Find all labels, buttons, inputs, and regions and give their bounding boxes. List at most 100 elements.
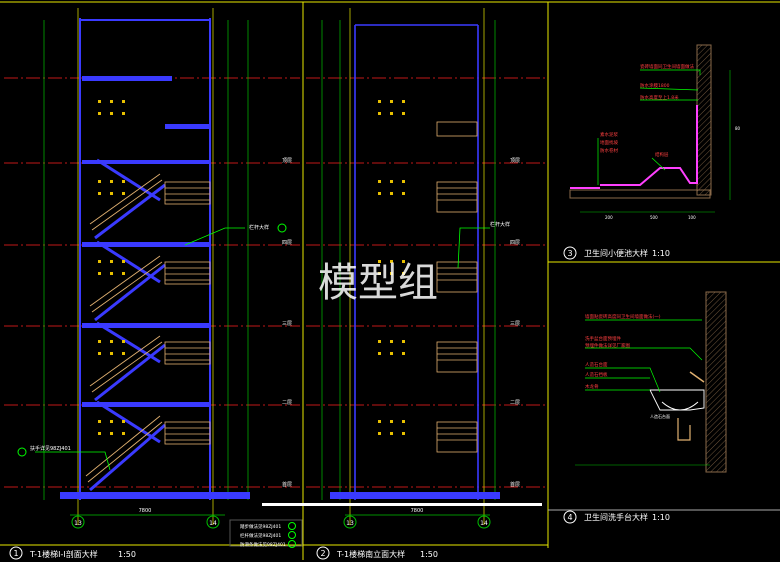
svg-text:地面找坡: 地面找坡 bbox=[600, 139, 618, 146]
window-dot bbox=[122, 260, 125, 263]
watermark: 模型组 bbox=[318, 260, 438, 306]
window-dot bbox=[402, 180, 405, 183]
note-1: 踏步做法见98ZJ401 bbox=[240, 523, 281, 530]
window-dot bbox=[122, 352, 125, 355]
window-dot bbox=[98, 432, 101, 435]
window-dot bbox=[110, 352, 113, 355]
left-callout-handrail: 扶手详见98ZJ401 bbox=[30, 445, 71, 452]
cad-drawing-canvas: 13 14 7800 栏杆大样 扶手详见98ZJ401 顶层 四层 三层 二层 … bbox=[0, 0, 780, 562]
middle-title: 2 T-1楼梯南立面大样 1:50 bbox=[316, 546, 438, 560]
window-dot bbox=[122, 112, 125, 115]
window-dot bbox=[402, 100, 405, 103]
detail-3-title: 3 卫生间小便池大样 1:10 bbox=[563, 246, 670, 260]
window-dot bbox=[390, 112, 393, 115]
window-dot bbox=[122, 100, 125, 103]
svg-text:素水泥浆: 素水泥浆 bbox=[600, 131, 618, 138]
middle-axis-bubbles: 13 14 7800 bbox=[343, 508, 491, 529]
window-dot bbox=[402, 340, 405, 343]
window-dot bbox=[122, 272, 125, 275]
window-dot bbox=[98, 420, 101, 423]
svg-text:瓷砖墙面同卫生间墙面做法: 瓷砖墙面同卫生间墙面做法 bbox=[640, 63, 694, 70]
window-dot bbox=[98, 260, 101, 263]
window-dot bbox=[122, 340, 125, 343]
window-dot bbox=[402, 112, 405, 115]
svg-text:防水涂膜1800: 防水涂膜1800 bbox=[640, 82, 670, 89]
window-dot bbox=[110, 100, 113, 103]
svg-text:三层: 三层 bbox=[510, 321, 520, 327]
svg-text:四层: 四层 bbox=[282, 240, 292, 246]
window-dot bbox=[98, 112, 101, 115]
svg-text:顶层: 顶层 bbox=[510, 158, 520, 164]
svg-text:四层: 四层 bbox=[510, 240, 520, 246]
window-dot bbox=[110, 420, 113, 423]
svg-text:二层: 二层 bbox=[282, 400, 292, 406]
window-dot bbox=[402, 352, 405, 355]
svg-text:1:50: 1:50 bbox=[118, 550, 136, 559]
mid-bottom-dim: 7800 bbox=[411, 508, 424, 514]
note-2: 栏杆做法见98ZJ401 bbox=[240, 532, 281, 539]
window-dot bbox=[390, 180, 393, 183]
svg-text:结构层: 结构层 bbox=[655, 151, 669, 158]
left-title: 1 T-1楼梯I-I剖面大样 1:50 bbox=[9, 546, 136, 560]
left-bottom-dim: 7800 bbox=[139, 508, 152, 514]
note-3: 防滑条做法见98ZJ401 bbox=[240, 541, 286, 548]
window-dot bbox=[378, 352, 381, 355]
svg-text:200: 200 bbox=[605, 215, 613, 220]
mid-callout-railing: 栏杆大样 bbox=[490, 221, 510, 228]
window-dot bbox=[378, 432, 381, 435]
window-dot bbox=[98, 272, 101, 275]
svg-text:三层: 三层 bbox=[282, 321, 292, 327]
drawing-svg: 13 14 7800 栏杆大样 扶手详见98ZJ401 顶层 四层 三层 二层 … bbox=[0, 1, 780, 560]
detail-4-title: 4 卫生间洗手台大样 1:10 bbox=[563, 510, 670, 524]
svg-text:1: 1 bbox=[13, 549, 18, 558]
window-dot bbox=[402, 420, 405, 423]
svg-text:预埋件做法详见厂家图: 预埋件做法详见厂家图 bbox=[585, 342, 630, 349]
svg-text:人造石台面: 人造石台面 bbox=[650, 413, 670, 419]
svg-text:墙面贴瓷砖高度同卫生间墙面做法(一): 墙面贴瓷砖高度同卫生间墙面做法(一) bbox=[585, 313, 661, 320]
svg-text:卫生间洗手台大样: 卫生间洗手台大样 bbox=[584, 512, 648, 522]
svg-text:1:50: 1:50 bbox=[420, 550, 438, 559]
detail-3-drawing: 瓷砖墙面同卫生间墙面做法 防水涂膜1800 防水高度至上1.8米 素水泥浆 地面… bbox=[569, 44, 741, 220]
window-dot bbox=[378, 112, 381, 115]
left-axis-bubbles: 13 14 7800 bbox=[71, 508, 220, 529]
svg-text:T-1楼梯I-I剖面大样: T-1楼梯I-I剖面大样 bbox=[29, 549, 98, 559]
svg-text:防水高度至上1.8米: 防水高度至上1.8米 bbox=[640, 94, 679, 101]
svg-text:首层: 首层 bbox=[282, 481, 292, 488]
svg-text:人造石挡板: 人造石挡板 bbox=[585, 371, 608, 378]
window-dot bbox=[390, 100, 393, 103]
svg-text:T-1楼梯南立面大样: T-1楼梯南立面大样 bbox=[336, 549, 405, 559]
svg-text:洗手盆台面预埋件: 洗手盆台面预埋件 bbox=[585, 335, 621, 342]
svg-text:3: 3 bbox=[567, 249, 572, 258]
window-dot bbox=[390, 192, 393, 195]
svg-text:500: 500 bbox=[650, 215, 658, 220]
svg-text:2: 2 bbox=[320, 549, 325, 558]
mid-floor-labels: 顶层 四层 三层 二层 首层 bbox=[510, 158, 520, 488]
window-dot bbox=[402, 192, 405, 195]
svg-text:100: 100 bbox=[688, 215, 696, 220]
window-dot bbox=[110, 272, 113, 275]
window-dot bbox=[390, 432, 393, 435]
window-dot bbox=[122, 180, 125, 183]
detail-4-drawing: 墙面贴瓷砖高度同卫生间墙面做法(一) 洗手盆台面预埋件 预埋件做法详见厂家图 人… bbox=[575, 291, 727, 473]
window-dot bbox=[378, 100, 381, 103]
svg-text:首层: 首层 bbox=[510, 481, 520, 488]
svg-text:80: 80 bbox=[735, 126, 741, 131]
left-axis-right: 14 bbox=[209, 520, 217, 527]
window-dot bbox=[378, 420, 381, 423]
window-dot bbox=[110, 112, 113, 115]
svg-text:卫生间小便池大样: 卫生间小便池大样 bbox=[584, 248, 648, 258]
window-dot bbox=[122, 192, 125, 195]
window-dot bbox=[110, 432, 113, 435]
window-dot bbox=[378, 192, 381, 195]
svg-text:1:10: 1:10 bbox=[652, 249, 670, 258]
window-dot bbox=[110, 180, 113, 183]
window-dot bbox=[98, 180, 101, 183]
window-dot bbox=[98, 100, 101, 103]
mid-axis-left: 13 bbox=[346, 520, 354, 527]
window-dot bbox=[402, 432, 405, 435]
window-dot bbox=[378, 180, 381, 183]
svg-text:顶层: 顶层 bbox=[282, 158, 292, 164]
svg-text:二层: 二层 bbox=[510, 400, 520, 406]
mid-axis-right: 14 bbox=[480, 520, 488, 527]
svg-text:防水卷材: 防水卷材 bbox=[600, 147, 618, 154]
